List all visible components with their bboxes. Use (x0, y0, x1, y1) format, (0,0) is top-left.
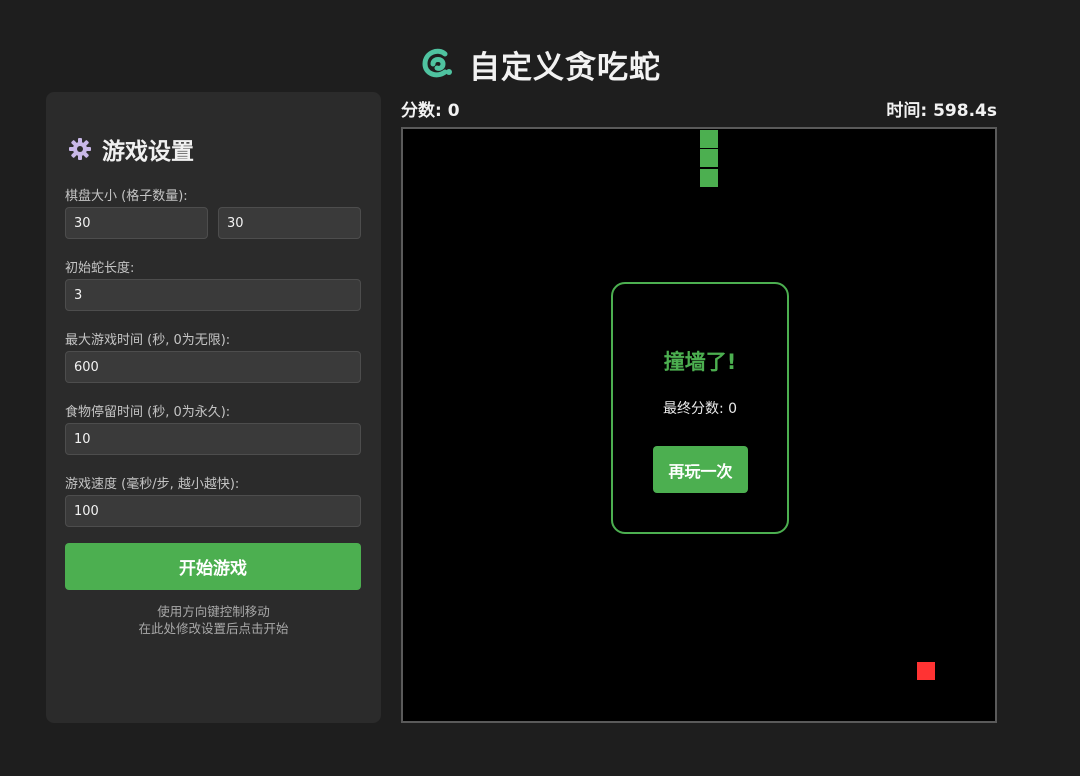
hint-settings: 在此处修改设置后点击开始 (138, 621, 289, 636)
initial-length-label: 初始蛇长度: (65, 261, 135, 276)
time-display: 时间: 598.4s (886, 101, 997, 121)
gear-icon (69, 138, 91, 160)
game-board[interactable]: 撞墙了! 最终分数: 0 再玩一次 (401, 127, 997, 723)
final-score: 最终分数: 0 (662, 401, 738, 417)
game-over-title: 撞墙了! (663, 350, 737, 374)
settings-title: 游戏设置 (68, 134, 194, 165)
food-duration-label: 食物停留时间 (秒, 0为永久): (65, 405, 231, 420)
app-title: 自定义贪吃蛇 (469, 49, 661, 86)
board-height-input[interactable]: 30 (218, 207, 361, 239)
board-width-input[interactable]: 30 (65, 207, 208, 239)
max-time-input[interactable]: 600 (65, 351, 361, 383)
snake-segment (699, 149, 718, 168)
game-over-dialog: 撞墙了! 最终分数: 0 再玩一次 (611, 282, 789, 534)
play-again-button[interactable]: 再玩一次 (653, 446, 748, 493)
snake-icon (422, 48, 452, 78)
initial-length-input[interactable]: 3 (65, 279, 361, 311)
board-size-label: 棋盘大小 (格子数量): (65, 189, 188, 204)
settings-title-text: 游戏设置 (102, 139, 194, 165)
score-display: 分数: 0 (401, 101, 460, 121)
food-duration-input[interactable]: 10 (65, 423, 361, 455)
speed-label: 游戏速度 (毫秒/步, 越小越快): (65, 477, 240, 492)
start-game-button[interactable]: 开始游戏 (65, 543, 361, 590)
app-header: 自定义贪吃蛇 (0, 42, 1080, 86)
food-item (916, 662, 935, 681)
speed-input[interactable]: 100 (65, 495, 361, 527)
snake-segment (699, 168, 718, 187)
settings-panel: 游戏设置 棋盘大小 (格子数量): 30 30 初始蛇长度: 3 最大游戏时间 … (46, 92, 381, 723)
snake-segment (699, 129, 718, 148)
max-time-label: 最大游戏时间 (秒, 0为无限): (65, 333, 231, 348)
